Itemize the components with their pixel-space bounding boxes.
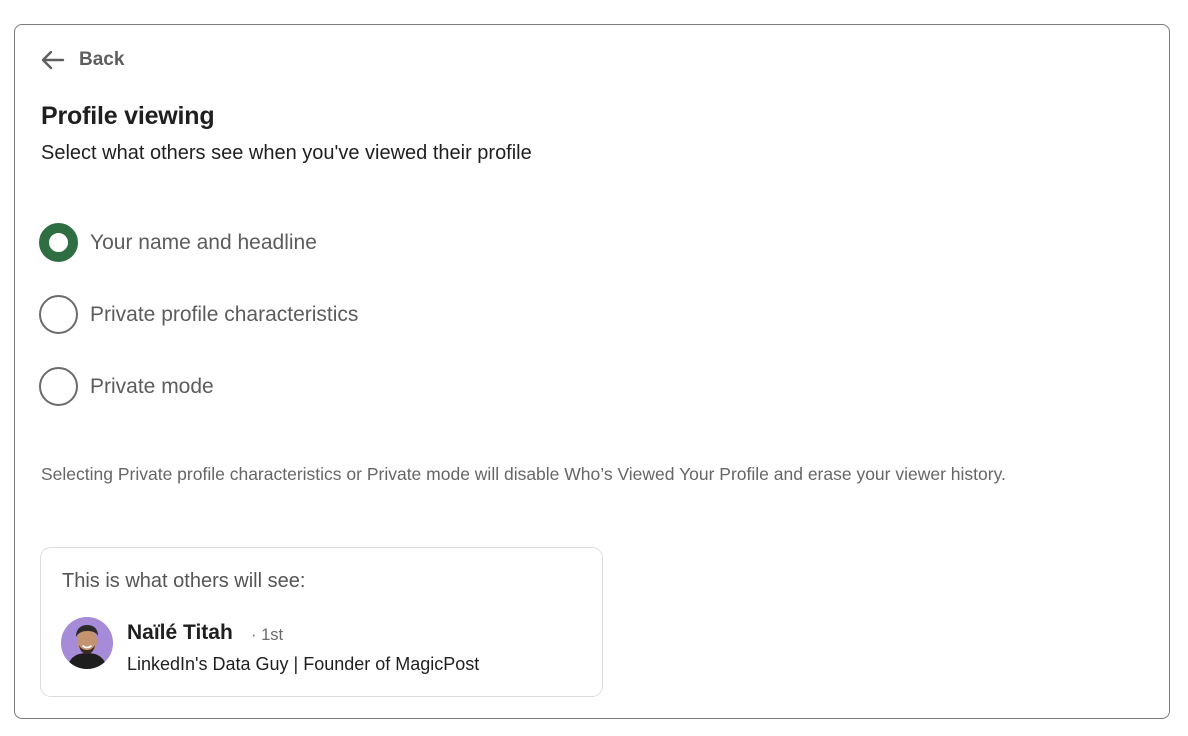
option-private-mode[interactable]: Private mode — [39, 367, 214, 406]
page-subtitle: Select what others see when you've viewe… — [41, 142, 532, 164]
option-private-profile-characteristics[interactable]: Private profile characteristics — [39, 295, 358, 334]
person-headline: LinkedIn's Data Guy | Founder of MagicPo… — [127, 654, 480, 674]
radio-unselected-icon[interactable] — [39, 295, 78, 334]
radio-selected-icon[interactable] — [39, 223, 78, 262]
back-label: Back — [79, 49, 125, 70]
person-name[interactable]: Naïlé Titah — [127, 621, 233, 645]
option-label: Private mode — [90, 374, 214, 398]
arrow-left-icon — [41, 50, 65, 70]
privacy-notice: Selecting Private profile characteristic… — [41, 464, 1006, 484]
preview-card: This is what others will see: Naïlé Tita… — [40, 547, 603, 697]
connection-degree: · 1st — [251, 626, 284, 644]
option-name-and-headline[interactable]: Your name and headline — [39, 223, 317, 262]
preview-heading: This is what others will see: — [62, 570, 306, 592]
radio-unselected-icon[interactable] — [39, 367, 78, 406]
option-label: Your name and headline — [90, 230, 317, 254]
back-button[interactable]: Back — [41, 49, 124, 71]
settings-panel: Back Profile viewing Select what others … — [14, 24, 1170, 719]
avatar[interactable] — [61, 617, 113, 669]
option-label: Private profile characteristics — [90, 302, 359, 326]
page-title: Profile viewing — [41, 102, 215, 130]
